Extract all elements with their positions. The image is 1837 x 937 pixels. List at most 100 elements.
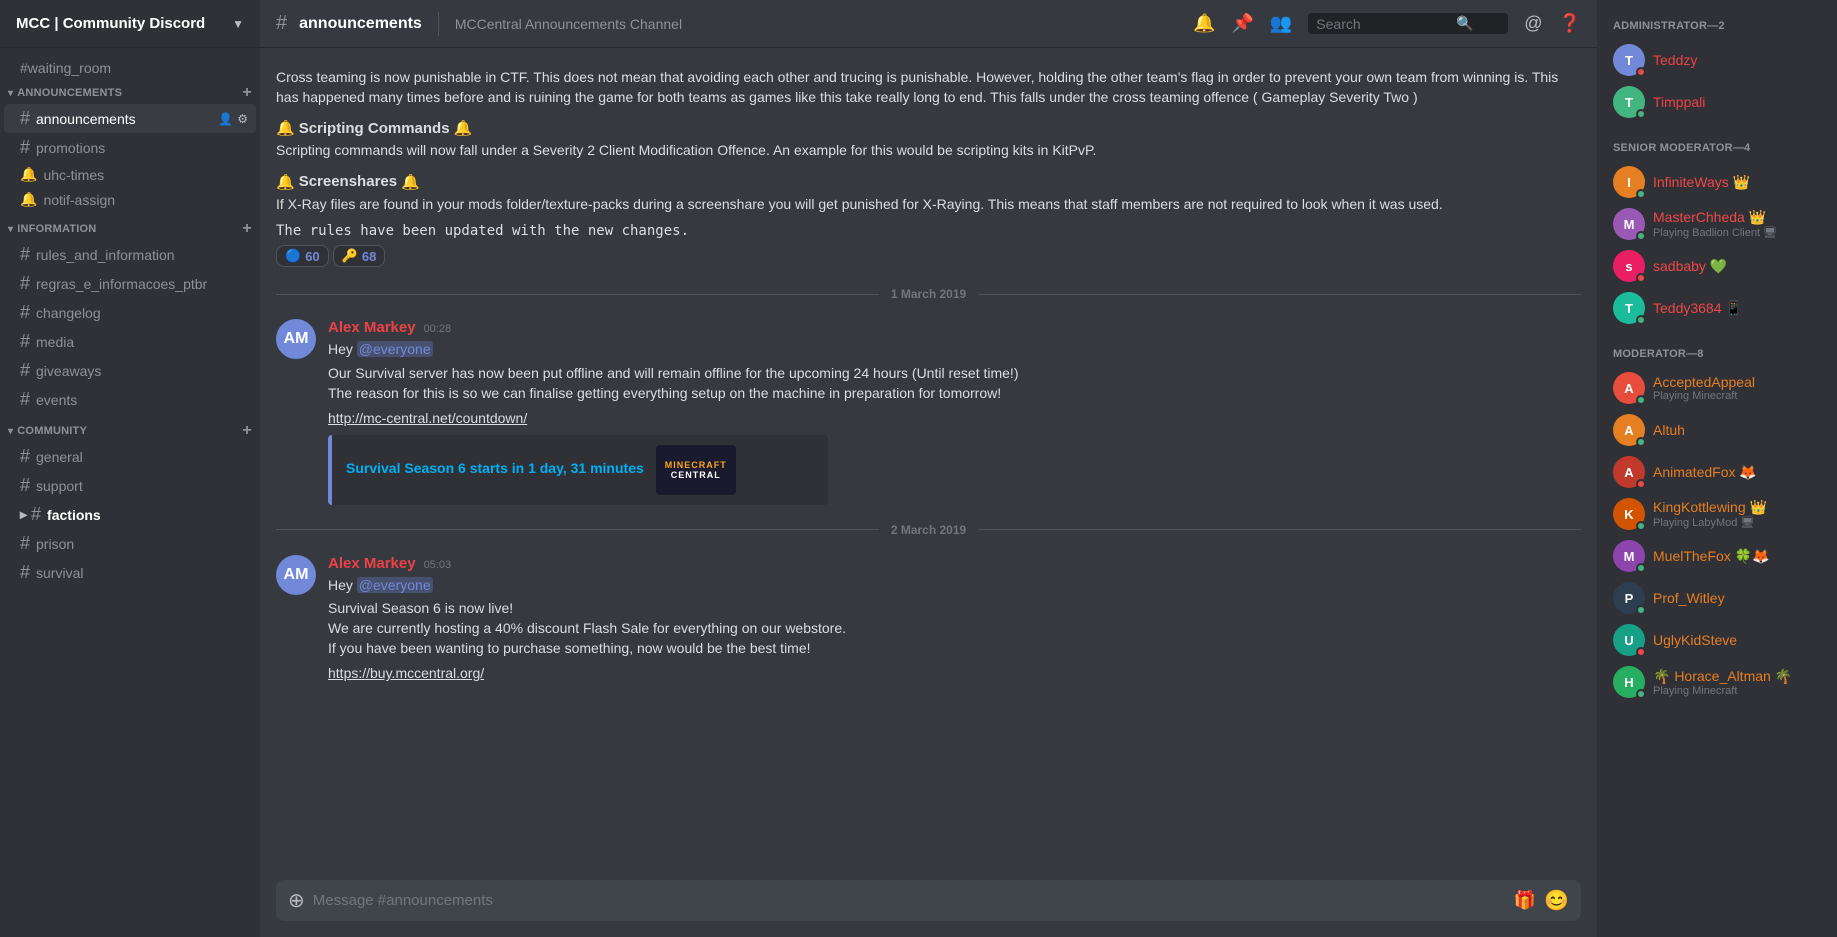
members-icon[interactable]: 👥 bbox=[1270, 13, 1292, 34]
sidebar-item-factions[interactable]: ▸ # factions bbox=[4, 500, 256, 529]
role-label-senior-mod: SENIOR MODERATOR—4 bbox=[1605, 138, 1829, 158]
avatar-acceptedappeal: A bbox=[1613, 372, 1645, 404]
reaction-count-2: 68 bbox=[362, 249, 376, 264]
sidebar-item-notif-assign[interactable]: 🔔 notif-assign bbox=[4, 187, 256, 212]
scripting-text: Scripting commands will now fall under a… bbox=[276, 141, 1581, 161]
at-icon[interactable]: @ bbox=[1524, 13, 1542, 34]
main-area: # announcements MCCentral Announcements … bbox=[260, 0, 1597, 937]
screenshares-text: If X-Ray files are found in your mods fo… bbox=[276, 195, 1581, 215]
member-uglykidsteve[interactable]: U UglyKidSteve bbox=[1605, 620, 1829, 660]
reaction-key[interactable]: 🔑 68 bbox=[333, 245, 386, 267]
message-link-container: http://mc-central.net/countdown/ bbox=[328, 409, 1581, 429]
member-acceptedappeal[interactable]: A AcceptedAppeal Playing Minecraft bbox=[1605, 368, 1829, 408]
sidebar-item-rules_and_information[interactable]: # rules_and_information bbox=[4, 240, 256, 269]
section-header-information[interactable]: ▾ INFORMATION + bbox=[0, 216, 260, 240]
message-input-field[interactable] bbox=[313, 892, 1506, 909]
channel-name: survival bbox=[36, 565, 248, 581]
sidebar-item-announcements[interactable]: # announcements 👤 ⚙ bbox=[4, 104, 256, 133]
status-dot-teddzy bbox=[1636, 67, 1646, 77]
sidebar-item-general[interactable]: # general bbox=[4, 442, 256, 471]
attach-button[interactable]: ⊕ bbox=[288, 888, 305, 913]
embed-title[interactable]: Survival Season 6 starts in 1 day, 31 mi… bbox=[346, 460, 644, 476]
avatar-altuh: A bbox=[1613, 414, 1645, 446]
sidebar-item-support[interactable]: # support bbox=[4, 471, 256, 500]
channel-item-waiting_room[interactable]: # waiting_room bbox=[4, 56, 256, 80]
add-channel-button[interactable]: + bbox=[242, 220, 252, 238]
reaction-emoji-2: 🔑 bbox=[342, 248, 358, 264]
server-header[interactable]: MCC | Community Discord ▼ bbox=[0, 0, 260, 48]
member-muelthefox[interactable]: M MuelTheFox 🍀🦊 bbox=[1605, 536, 1829, 576]
chevron-icon: ▾ bbox=[8, 426, 13, 437]
message-link[interactable]: http://mc-central.net/countdown/ bbox=[328, 410, 527, 426]
sidebar-item-promotions[interactable]: # promotions bbox=[4, 133, 256, 162]
search-box[interactable]: 🔍 bbox=[1308, 13, 1508, 34]
avatar-muelthefox: M bbox=[1613, 540, 1645, 572]
add-channel-button[interactable]: + bbox=[242, 422, 252, 440]
bell-icon-4: 🔔 bbox=[401, 173, 420, 191]
member-timppali[interactable]: T Timppali bbox=[1605, 82, 1829, 122]
gift-icon[interactable]: 🎁 bbox=[1514, 890, 1536, 911]
sidebar-item-regras[interactable]: # regras_e_informacoes_ptbr bbox=[4, 269, 256, 298]
search-icon: 🔍 bbox=[1456, 15, 1473, 32]
sidebar-item-survival[interactable]: # survival bbox=[4, 558, 256, 587]
sidebar-item-giveaways[interactable]: # giveaways bbox=[4, 356, 256, 385]
channel-name: media bbox=[36, 334, 248, 350]
reaction-blue[interactable]: 🔵 60 bbox=[276, 245, 329, 267]
member-altuh[interactable]: A Altuh bbox=[1605, 410, 1829, 450]
pin-icon[interactable]: 📌 bbox=[1231, 13, 1253, 34]
member-prof_witley[interactable]: P Prof_Witley bbox=[1605, 578, 1829, 618]
member-info-masterchheda: MasterChheda 👑 Playing Badlion Client 🖥 bbox=[1653, 209, 1777, 239]
member-kingkottlewing[interactable]: K KingKottlewing 👑 Playing LabyMod 🖥 bbox=[1605, 494, 1829, 534]
avatar-alex2: AM bbox=[276, 555, 316, 595]
role-section-mod: MODERATOR—8 A AcceptedAppeal Playing Min… bbox=[1605, 344, 1829, 702]
code-block-container: The rules have been updated with the new… bbox=[276, 222, 1581, 239]
sidebar-item-changelog[interactable]: # changelog bbox=[4, 298, 256, 327]
mention: @everyone bbox=[357, 577, 433, 593]
message-author[interactable]: Alex Markey bbox=[328, 319, 416, 336]
message-lines-march2: Survival Season 6 is now live! We are cu… bbox=[328, 599, 1581, 658]
screenshares-title: Screenshares bbox=[299, 173, 397, 190]
member-teddy3684[interactable]: T Teddy3684 📱 bbox=[1605, 288, 1829, 328]
sidebar-item-events[interactable]: # events bbox=[4, 385, 256, 414]
section-header-community[interactable]: ▾ COMMUNITY + bbox=[0, 418, 260, 442]
emoji-button[interactable]: 😊 bbox=[1544, 888, 1569, 913]
channel-name: prison bbox=[36, 536, 248, 552]
message-link2[interactable]: https://buy.mccentral.org/ bbox=[328, 665, 484, 681]
member-name-animatedfox: AnimatedFox 🦊 bbox=[1653, 464, 1821, 481]
sidebar-item-prison[interactable]: # prison bbox=[4, 529, 256, 558]
member-animatedfox[interactable]: A AnimatedFox 🦊 bbox=[1605, 452, 1829, 492]
avatar-masterchheda: M bbox=[1613, 208, 1645, 240]
member-game-masterchheda: Playing Badlion Client 🖥 bbox=[1653, 226, 1777, 239]
message-author[interactable]: Alex Markey bbox=[328, 555, 416, 572]
member-name-masterchheda: MasterChheda 👑 bbox=[1653, 209, 1777, 226]
avatar-timppali: T bbox=[1613, 86, 1645, 118]
section-community: ▾ COMMUNITY + # general # support ▸ # fa… bbox=[0, 418, 260, 587]
bell-icon[interactable]: 🔔 bbox=[1193, 13, 1215, 34]
member-teddzy[interactable]: T Teddzy bbox=[1605, 40, 1829, 80]
sidebar-item-media[interactable]: # media bbox=[4, 327, 256, 356]
avatar-infiniteways: I bbox=[1613, 166, 1645, 198]
help-icon[interactable]: ❓ bbox=[1559, 13, 1581, 34]
channel-name: support bbox=[36, 478, 248, 494]
member-sadbaby[interactable]: s sadbaby 💚 bbox=[1605, 246, 1829, 286]
hash-icon: # bbox=[20, 302, 30, 323]
screenshares-section: 🔔 Screenshares 🔔 If X-Ray files are foun… bbox=[276, 173, 1581, 215]
avatar-uglykidsteve: U bbox=[1613, 624, 1645, 656]
bullet-icon: ▸ bbox=[20, 506, 27, 523]
channel-name: waiting_room bbox=[28, 60, 111, 76]
member-horace_altman[interactable]: H 🌴 Horace_Altman 🌴 Playing Minecraft bbox=[1605, 662, 1829, 702]
add-channel-button[interactable]: + bbox=[242, 84, 252, 102]
sidebar-item-uhc-times[interactable]: 🔔 uhc-times bbox=[4, 162, 256, 187]
message-embed: Survival Season 6 starts in 1 day, 31 mi… bbox=[328, 435, 828, 505]
member-infiniteways[interactable]: I InfiniteWays 👑 bbox=[1605, 162, 1829, 202]
search-input[interactable] bbox=[1316, 16, 1456, 32]
member-masterchheda[interactable]: M MasterChheda 👑 Playing Badlion Client … bbox=[1605, 204, 1829, 244]
status-dot-sadbaby bbox=[1636, 273, 1646, 283]
section-header-announcements[interactable]: ▾ ANNOUNCEMENTS + bbox=[0, 80, 260, 104]
member-game-acceptedappeal: Playing Minecraft bbox=[1653, 390, 1755, 402]
date-divider-march2: 2 March 2019 bbox=[260, 507, 1597, 553]
person-icon[interactable]: 👤 bbox=[218, 112, 233, 126]
gear-icon[interactable]: ⚙ bbox=[237, 112, 248, 126]
member-info-horace_altman: 🌴 Horace_Altman 🌴 Playing Minecraft bbox=[1653, 668, 1792, 697]
section-announcements: ▾ ANNOUNCEMENTS + # announcements 👤 ⚙ # … bbox=[0, 80, 260, 212]
